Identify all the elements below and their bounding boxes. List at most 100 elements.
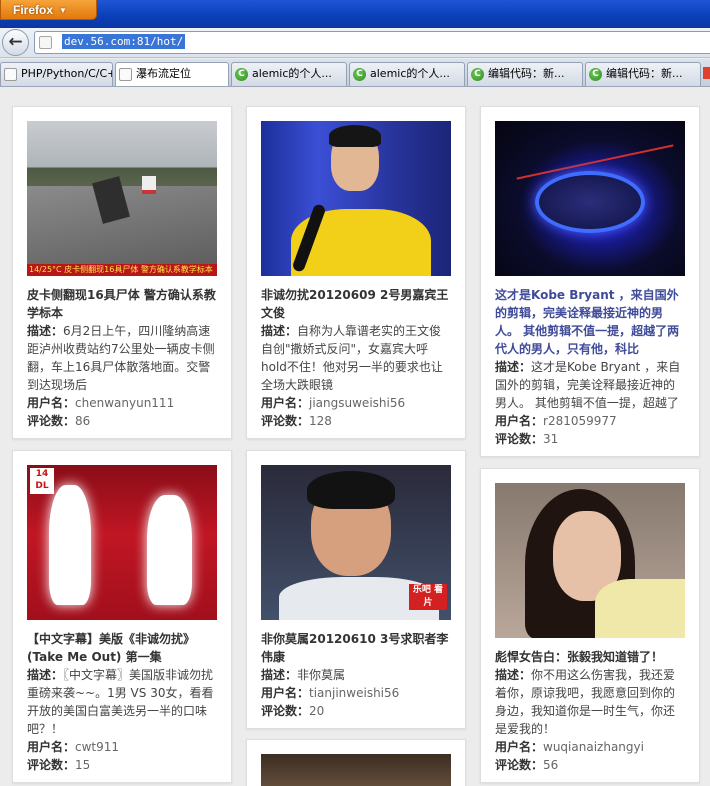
video-title[interactable]: 非诚勿扰20120609 2号男嘉宾王文俊 <box>261 286 451 322</box>
user-name: cwt911 <box>75 740 120 754</box>
comments-count: 15 <box>75 758 91 772</box>
video-title[interactable]: 这才是Kobe Bryant ，来自国外的剪辑，完美诠释最接近神的男人。 其他剪… <box>495 286 685 358</box>
tab-alemic-2[interactable]: C alemic的个人... <box>349 62 465 86</box>
url-bar[interactable]: dev.56.com:81/hot/ <box>34 31 710 54</box>
comments-count: 31 <box>543 432 559 446</box>
thumbnail-hair <box>307 471 395 509</box>
video-description: 描述：这才是Kobe Bryant ，来自国外的剪辑，完美诠释最接近神的男人。 … <box>495 358 685 412</box>
user-row: 用户名：wuqianaizhangyi <box>495 738 685 756</box>
user-name: wuqianaizhangyi <box>543 740 644 754</box>
user-label: 用户名： <box>27 396 76 410</box>
desc-label: 描述： <box>495 668 532 682</box>
desc-text: 非你莫属 <box>297 668 346 682</box>
video-thumbnail[interactable] <box>261 754 451 786</box>
video-card: 14/25°C 皮卡侧翻现16具尸体 警方确认系教学标本 皮卡侧翻现16具尸体 … <box>12 106 232 439</box>
video-description: 描述：6月2日上午，四川隆纳高速距泸州收费站约7公里处一辆皮卡侧翻，车上16具尸… <box>27 322 217 394</box>
comments-count: 86 <box>75 414 91 428</box>
video-title[interactable]: 彪悍女告白：张毅我知道错了！ <box>495 648 685 666</box>
site-c-icon: C <box>353 68 366 81</box>
video-thumbnail[interactable]: 14/25°C 皮卡侧翻现16具尸体 警方确认系教学标本 <box>27 121 217 276</box>
video-title[interactable]: 非你莫属20120610 3号求职者李伟康 <box>261 630 451 666</box>
thumbnail-truck <box>142 176 156 194</box>
page-icon <box>119 68 132 81</box>
navigation-toolbar: ← dev.56.com:81/hot/ <box>0 28 710 58</box>
user-label: 用户名： <box>495 740 544 754</box>
comments-label: 评论数： <box>495 432 544 446</box>
news-ticker: 14/25°C 皮卡侧翻现16具尸体 警方确认系教学标本 <box>27 264 217 276</box>
tab-edit-code-2[interactable]: C 编辑代码：新... <box>585 62 701 86</box>
tab-alemic-1[interactable]: C alemic的个人... <box>231 62 347 86</box>
user-row: 用户名：chenwanyun111 <box>27 394 217 412</box>
video-thumbnail[interactable]: 乐吧 看片 <box>261 465 451 620</box>
video-card: 14 DL 【中文字幕】美版《非诚勿扰》(Take Me Out) 第一集 描述… <box>12 450 232 783</box>
thumbnail-shirt <box>595 579 685 638</box>
comments-row: 评论数：20 <box>261 702 451 720</box>
thumbnail-silhouette <box>147 495 192 605</box>
firefox-menu-button[interactable]: Firefox ▼ <box>0 0 97 20</box>
video-card <box>246 739 466 786</box>
comments-row: 评论数：56 <box>495 756 685 774</box>
tab-label: 编辑代码：新... <box>488 67 565 80</box>
tab-label: alemic的个人... <box>370 67 450 80</box>
user-row: 用户名：r281059977 <box>495 412 685 430</box>
desc-label: 描述： <box>495 360 532 374</box>
user-name: tianjinweishi56 <box>309 686 400 700</box>
tab-overflow-icon[interactable] <box>703 67 710 79</box>
video-thumbnail[interactable] <box>495 121 685 276</box>
page-icon <box>4 68 17 81</box>
back-arrow-icon[interactable]: ← <box>2 29 29 56</box>
video-title[interactable]: 【中文字幕】美版《非诚勿扰》(Take Me Out) 第一集 <box>27 630 217 666</box>
show-badge: 乐吧 看片 <box>409 584 447 610</box>
user-row: 用户名：tianjinweishi56 <box>261 684 451 702</box>
video-thumbnail[interactable] <box>495 483 685 638</box>
comments-row: 评论数：15 <box>27 756 217 774</box>
video-description: 描述：〖中文字幕〗美国版非诚勿扰重磅来袭~~。1男 VS 30女，看看开放的美国… <box>27 666 217 738</box>
video-thumbnail[interactable] <box>261 121 451 276</box>
user-name: chenwanyun111 <box>75 396 175 410</box>
video-card: 彪悍女告白：张毅我知道错了！ 描述：你不用这么伤害我，我还爱着你，原谅我吧，我愿… <box>480 468 700 783</box>
desc-label: 描述： <box>27 324 64 338</box>
user-name: r281059977 <box>543 414 617 428</box>
tab-strip: PHP/Python/C/C++... 瀑布流定位 C alemic的个人...… <box>0 59 710 87</box>
comments-count: 56 <box>543 758 559 772</box>
comments-row: 评论数：86 <box>27 412 217 430</box>
user-label: 用户名： <box>495 414 544 428</box>
site-c-icon: C <box>589 68 602 81</box>
user-label: 用户名： <box>261 396 310 410</box>
video-card: 这才是Kobe Bryant ，来自国外的剪辑，完美诠释最接近神的男人。 其他剪… <box>480 106 700 457</box>
comments-label: 评论数： <box>495 758 544 772</box>
site-identity-icon[interactable] <box>39 36 52 49</box>
channel-logo: 14 DL <box>30 468 54 494</box>
tab-waterfall[interactable]: 瀑布流定位 <box>115 62 229 86</box>
video-description: 描述：非你莫属 <box>261 666 451 684</box>
tab-label: 瀑布流定位 <box>136 67 191 80</box>
tab-php-python[interactable]: PHP/Python/C/C++... <box>0 62 113 86</box>
thumbnail-hair <box>329 125 381 147</box>
video-title[interactable]: 皮卡侧翻现16具尸体 警方确认系教学标本 <box>27 286 217 322</box>
comments-label: 评论数： <box>27 414 76 428</box>
thumbnail-arena <box>535 171 645 233</box>
tab-edit-code-1[interactable]: C 编辑代码：新... <box>467 62 583 86</box>
thumbnail-silhouette <box>49 485 91 605</box>
user-label: 用户名： <box>27 740 76 754</box>
video-description: 描述：你不用这么伤害我，我还爱着你，原谅我吧，我愿意回到你的身边，我知道你是一时… <box>495 666 685 738</box>
user-name: jiangsuweishi56 <box>309 396 406 410</box>
url-text[interactable]: dev.56.com:81/hot/ <box>62 34 186 49</box>
user-label: 用户名： <box>261 686 310 700</box>
comments-count: 128 <box>309 414 332 428</box>
comments-label: 评论数： <box>27 758 76 772</box>
video-card: 非诚勿扰20120609 2号男嘉宾王文俊 描述：自称为人靠谱老实的王文俊自创"… <box>246 106 466 439</box>
comments-row: 评论数：128 <box>261 412 451 430</box>
chevron-down-icon: ▼ <box>59 6 67 15</box>
user-row: 用户名：cwt911 <box>27 738 217 756</box>
video-thumbnail[interactable]: 14 DL <box>27 465 217 620</box>
comments-label: 评论数： <box>261 414 310 428</box>
comments-label: 评论数： <box>261 704 310 718</box>
tab-label: PHP/Python/C/C++... <box>21 67 112 80</box>
user-row: 用户名：jiangsuweishi56 <box>261 394 451 412</box>
site-c-icon: C <box>235 68 248 81</box>
desc-label: 描述： <box>27 668 64 682</box>
waterfall-content: 14/25°C 皮卡侧翻现16具尸体 警方确认系教学标本 皮卡侧翻现16具尸体 … <box>0 87 710 786</box>
window-titlebar: Firefox ▼ <box>0 0 710 28</box>
video-description: 描述：自称为人靠谱老实的王文俊自创"撒娇式反问"，女嘉宾大呼hold不住！他对另… <box>261 322 451 394</box>
